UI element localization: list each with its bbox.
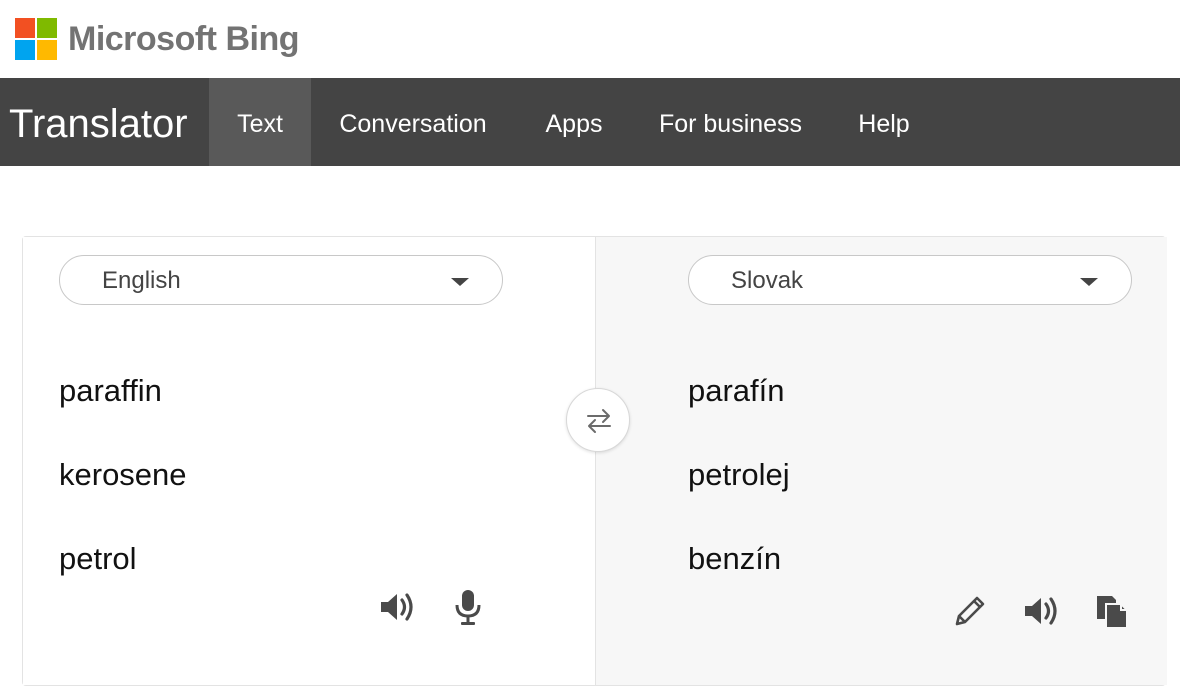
chevron-down-icon: [1080, 278, 1098, 286]
translation-card: English paraffin kerosene petrol Slovak: [22, 236, 1167, 686]
brand-name[interactable]: Microsoft Bing: [68, 18, 299, 60]
target-word[interactable]: parafín: [688, 371, 785, 411]
source-word[interactable]: petrol: [59, 539, 137, 579]
source-language-label: English: [102, 267, 181, 294]
swap-languages-button[interactable]: [566, 388, 630, 452]
chevron-down-icon: [451, 278, 469, 286]
target-pane: Slovak parafín petrolej benzín: [595, 237, 1167, 685]
source-language-select[interactable]: English: [59, 255, 503, 305]
source-pane: English paraffin kerosene petrol: [23, 237, 595, 685]
speaker-icon[interactable]: [1021, 591, 1061, 636]
pencil-icon[interactable]: [950, 591, 990, 636]
target-word[interactable]: petrolej: [688, 455, 790, 495]
microphone-icon[interactable]: [448, 587, 488, 632]
translator-nav-bar: Translator Text Conversation Apps For bu…: [0, 78, 1180, 166]
speaker-icon[interactable]: [377, 587, 417, 632]
target-language-label: Slovak: [731, 267, 804, 294]
nav-tab-for-business[interactable]: For business: [648, 78, 813, 166]
target-language-select[interactable]: Slovak: [688, 255, 1132, 305]
nav-tab-text[interactable]: Text: [209, 78, 311, 166]
nav-title[interactable]: Translator: [9, 78, 188, 166]
nav-tab-conversation[interactable]: Conversation: [325, 78, 501, 166]
microsoft-logo-icon[interactable]: [15, 18, 57, 60]
source-word[interactable]: kerosene: [59, 455, 187, 495]
brand-header: Microsoft Bing: [0, 0, 1180, 78]
target-word[interactable]: benzín: [688, 539, 781, 579]
copy-icon[interactable]: [1092, 591, 1132, 636]
swap-arrows-icon: [587, 409, 611, 433]
nav-tab-apps[interactable]: Apps: [530, 78, 618, 166]
nav-tab-help[interactable]: Help: [843, 78, 925, 166]
source-word[interactable]: paraffin: [59, 371, 162, 411]
